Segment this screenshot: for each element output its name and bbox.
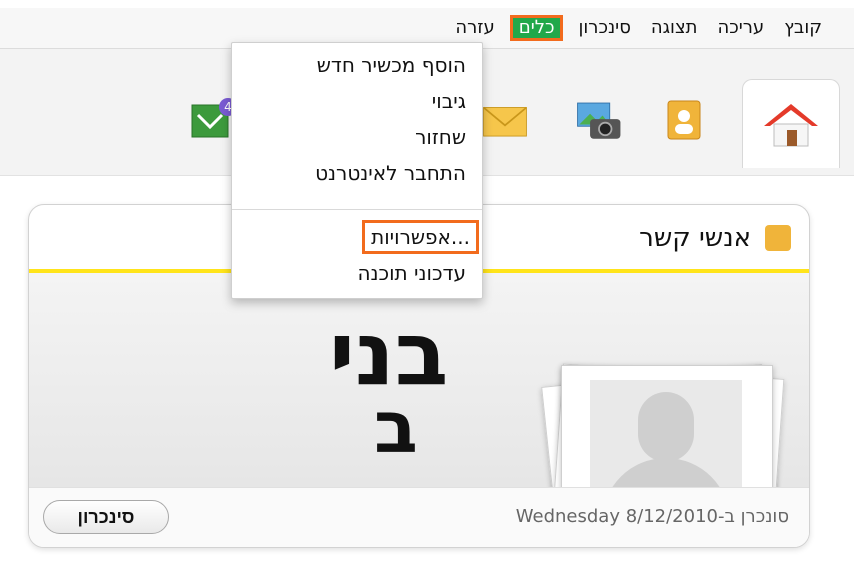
menu-view[interactable]: תצוגה [649, 18, 700, 38]
home-tab[interactable] [742, 79, 840, 168]
panel-footer: סינכרון סונכרן ב-Wednesday 8/12/2010 [29, 487, 809, 547]
menu-item-backup[interactable]: גיבוי [432, 87, 466, 115]
menu-item-software-updates[interactable]: עדכוני תוכנה [357, 259, 466, 287]
tools-dropdown-menu: הוסף מכשיר חדש גיבוי שחזור התחבר לאינטרנ… [231, 42, 483, 299]
contacts-tab[interactable] [660, 95, 710, 145]
contact-preview: בני ב [29, 273, 809, 547]
menubar-items: קובץ עריכה תצוגה סינכרון כלים עזרה [453, 15, 824, 41]
contact-name-line2: ב [374, 385, 418, 469]
menu-help[interactable]: עזרה [453, 18, 496, 38]
menu-edit[interactable]: עריכה [715, 18, 766, 38]
mail-tab[interactable] [480, 95, 530, 145]
contacts-icon [667, 100, 701, 140]
photos-icon [577, 102, 621, 139]
menu-tools[interactable]: כלים [509, 15, 564, 41]
avatar-head [638, 392, 694, 462]
photos-tab[interactable] [574, 95, 624, 145]
contacts-small-icon [765, 225, 791, 251]
menu-item-connect-internet[interactable]: התחבר לאינטרנט [315, 159, 466, 187]
menu-sync[interactable]: סינכרון [576, 18, 632, 38]
menu-item-add-device[interactable]: הוסף מכשיר חדש [317, 51, 466, 79]
menu-file[interactable]: קובץ [782, 18, 824, 38]
home-icon [764, 104, 818, 147]
contact-name-line1: בני [329, 302, 449, 405]
panel-title: אנשי קשר [639, 223, 751, 253]
sync-status-text: סונכרן ב-Wednesday 8/12/2010 [515, 506, 789, 527]
menu-item-restore[interactable]: שחזור [415, 123, 466, 151]
menu-item-options[interactable]: אפשרויות... [362, 220, 479, 254]
sync-button[interactable]: סינכרון [43, 500, 169, 534]
mail-icon [482, 106, 528, 137]
menu-separator [232, 209, 482, 210]
